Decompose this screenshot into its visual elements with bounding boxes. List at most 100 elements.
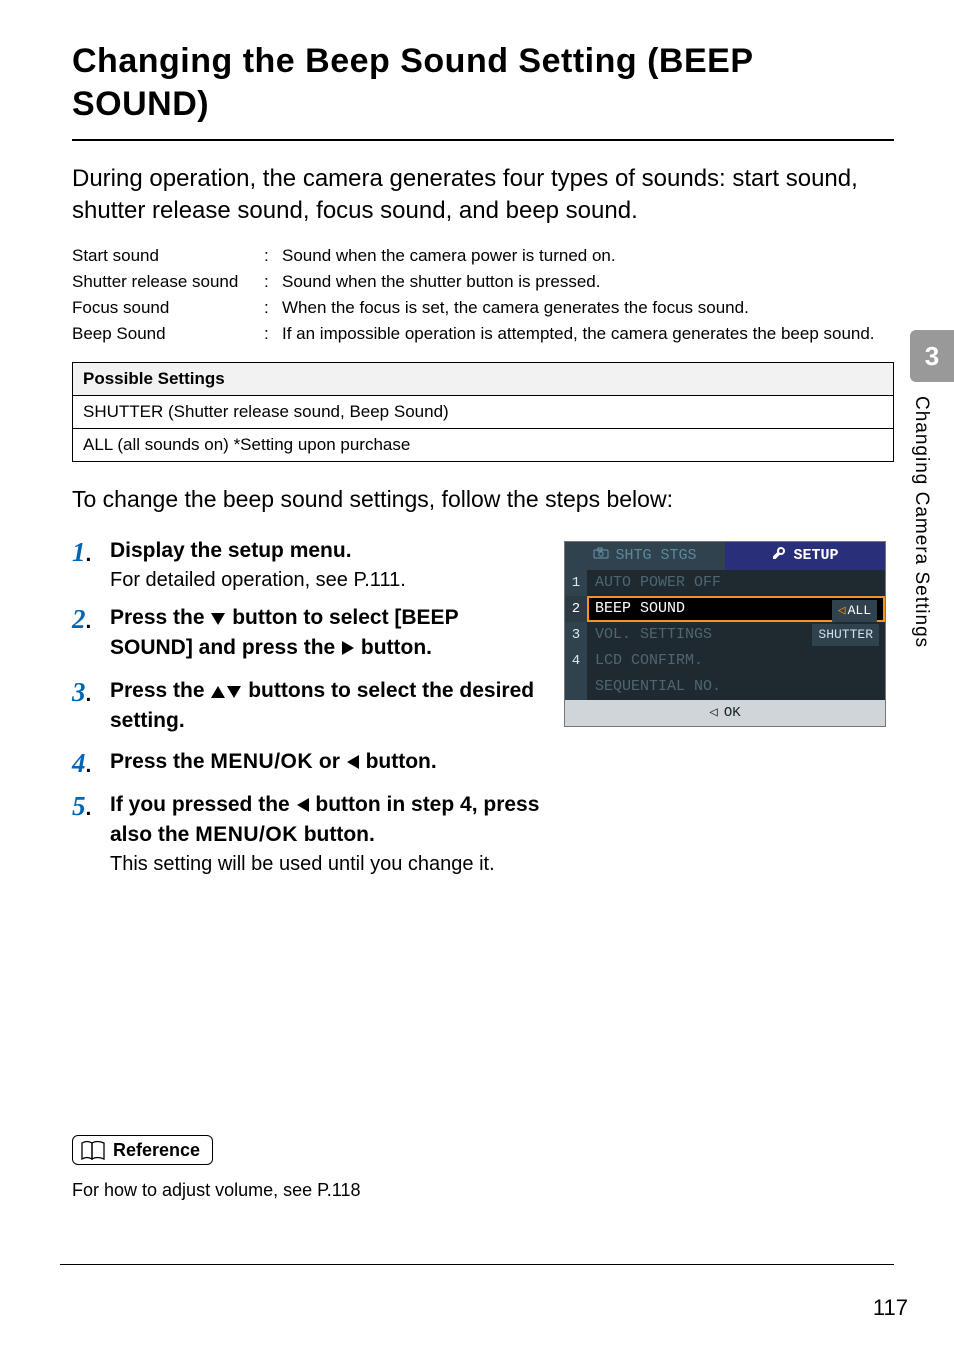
step-title: Press the button to select [BEEP SOUND] … <box>110 604 542 665</box>
definition-colon: : <box>264 298 282 318</box>
footer-rule <box>60 1264 894 1265</box>
lcd-row-num: 4 <box>565 648 587 674</box>
table-header: Possible Settings <box>73 362 894 395</box>
definition-row: Focus sound : When the focus is set, the… <box>72 298 894 318</box>
text-fragment: button. <box>355 636 432 659</box>
steps-list: 1. Display the setup menu. For detailed … <box>72 537 542 876</box>
step-4: 4. Press the MENU/OK or button. <box>72 748 542 779</box>
book-icon <box>79 1139 107 1161</box>
step-number: 2. <box>72 604 110 665</box>
lcd-row-numbers: 1 2 3 4 <box>565 570 587 700</box>
definition-name: Shutter release sound <box>72 272 264 292</box>
text-fragment: Press the <box>110 606 210 629</box>
definition-row: Start sound : Sound when the camera powe… <box>72 246 894 266</box>
step-3: 3. Press the buttons to select the desir… <box>72 677 542 736</box>
lcd-menu-item-selected: BEEP SOUND ◁ALL <box>587 596 885 622</box>
lcd-item-value: SHUTTER <box>812 624 879 646</box>
definition-name: Focus sound <box>72 298 264 318</box>
page-title: Changing the Beep Sound Setting (BEEP SO… <box>72 40 894 125</box>
reference-box: Reference <box>72 1135 213 1165</box>
right-triangle-icon <box>341 636 355 664</box>
step-number: 5. <box>72 791 110 877</box>
wrench-icon <box>771 545 787 566</box>
step-5: 5. If you pressed the button in step 4, … <box>72 791 542 877</box>
reference-section: Reference For how to adjust volume, see … <box>72 1135 872 1201</box>
definition-colon: : <box>264 246 282 266</box>
lcd-list: AUTO POWER OFF BEEP SOUND ◁ALL VOL. SETT… <box>587 570 885 700</box>
lcd-menu-item: LCD CONFIRM. <box>587 648 885 674</box>
lcd-tabbar: SHTG STGS SETUP <box>565 542 885 570</box>
definition-row: Beep Sound : If an impossible operation … <box>72 324 894 344</box>
lcd-footer: ◁ OK <box>565 700 885 726</box>
lcd-row-num <box>565 674 587 700</box>
heading-rule <box>72 139 894 141</box>
page-number: 117 <box>873 1295 908 1321</box>
lcd-row-num: 1 <box>565 570 587 596</box>
menu-ok-label: MENU/OK <box>210 750 313 773</box>
sound-definitions: Start sound : Sound when the camera powe… <box>72 246 894 344</box>
left-triangle-icon <box>296 793 310 821</box>
text-fragment: If you pressed the <box>110 793 296 816</box>
lcd-item-label: LCD CONFIRM. <box>595 652 703 669</box>
chapter-side-tab: 3 Changing Camera Settings <box>910 330 954 782</box>
step-title: Display the setup menu. <box>110 537 542 565</box>
lcd-screenshot: SHTG STGS SETUP 1 2 3 4 <box>564 541 886 727</box>
text-fragment: Press the <box>110 750 210 773</box>
lcd-item-label: VOL. SETTINGS <box>595 626 712 643</box>
step-title: Press the MENU/OK or button. <box>110 748 542 778</box>
table-row: ALL (all sounds on) *Setting upon purcha… <box>73 428 894 461</box>
step-title: If you pressed the button in step 4, pre… <box>110 791 542 850</box>
definition-value: Sound when the camera power is turned on… <box>282 246 894 266</box>
step-number: 3. <box>72 677 110 736</box>
instruction-lead: To change the beep sound settings, follo… <box>72 486 894 513</box>
lcd-menu-item: SEQUENTIAL NO. <box>587 674 885 700</box>
lcd-item-label: AUTO POWER OFF <box>595 574 721 591</box>
reference-label: Reference <box>113 1140 200 1161</box>
lcd-row-num: 3 <box>565 622 587 648</box>
step-2: 2. Press the button to select [BEEP SOUN… <box>72 604 542 665</box>
menu-ok-label: MENU/OK <box>195 823 298 846</box>
lcd-row-num: 2 <box>565 596 587 622</box>
table-row: SHUTTER (Shutter release sound, Beep Sou… <box>73 395 894 428</box>
definition-value: Sound when the shutter button is pressed… <box>282 272 894 292</box>
left-triangle-icon <box>346 750 360 778</box>
up-triangle-icon <box>210 679 226 707</box>
definition-name: Start sound <box>72 246 264 266</box>
lcd-menu-item: VOL. SETTINGS SHUTTER <box>587 622 885 648</box>
step-number: 4. <box>72 748 110 779</box>
down-triangle-icon <box>210 606 226 634</box>
text-fragment: Press the <box>110 679 210 702</box>
step-subtext: For detailed operation, see P.111. <box>110 569 542 592</box>
down-triangle-icon <box>226 679 242 707</box>
lcd-tab-label: SHTG STGS <box>615 547 696 564</box>
lcd-item-label: BEEP SOUND <box>595 600 685 617</box>
definition-colon: : <box>264 324 282 344</box>
definition-name: Beep Sound <box>72 324 264 344</box>
text-fragment: button. <box>298 823 375 846</box>
possible-settings-table: Possible Settings SHUTTER (Shutter relea… <box>72 362 894 462</box>
step-1: 1. Display the setup menu. For detailed … <box>72 537 542 592</box>
left-triangle-icon: ◁ <box>709 704 717 721</box>
definition-colon: : <box>264 272 282 292</box>
definition-value: If an impossible operation is attempted,… <box>282 324 894 344</box>
step-subtext: This setting will be used until you chan… <box>110 853 542 876</box>
lcd-menu-item: AUTO POWER OFF <box>587 570 885 596</box>
lcd-tab-label: SETUP <box>793 547 838 564</box>
lcd-tab-shooting-settings: SHTG STGS <box>565 542 725 570</box>
chapter-number: 3 <box>910 330 954 382</box>
lcd-footer-label: OK <box>724 705 741 721</box>
step-title: Press the buttons to select the desired … <box>110 677 542 736</box>
definition-row: Shutter release sound : Sound when the s… <box>72 272 894 292</box>
reference-text: For how to adjust volume, see P.118 <box>72 1180 872 1201</box>
definition-value: When the focus is set, the camera genera… <box>282 298 894 318</box>
step-number: 1. <box>72 537 110 592</box>
camera-icon <box>593 547 609 564</box>
left-triangle-icon: ◁ <box>838 603 846 618</box>
text-fragment: button. <box>360 750 437 773</box>
lcd-body: 1 2 3 4 AUTO POWER OFF BEEP SOUND ◁ALL <box>565 570 885 700</box>
lcd-item-value-text: ALL <box>848 603 871 618</box>
chapter-label: Changing Camera Settings <box>910 382 932 782</box>
intro-paragraph: During operation, the camera generates f… <box>72 163 894 228</box>
lcd-item-value: ◁ALL <box>832 600 877 622</box>
text-fragment: or <box>313 750 346 773</box>
